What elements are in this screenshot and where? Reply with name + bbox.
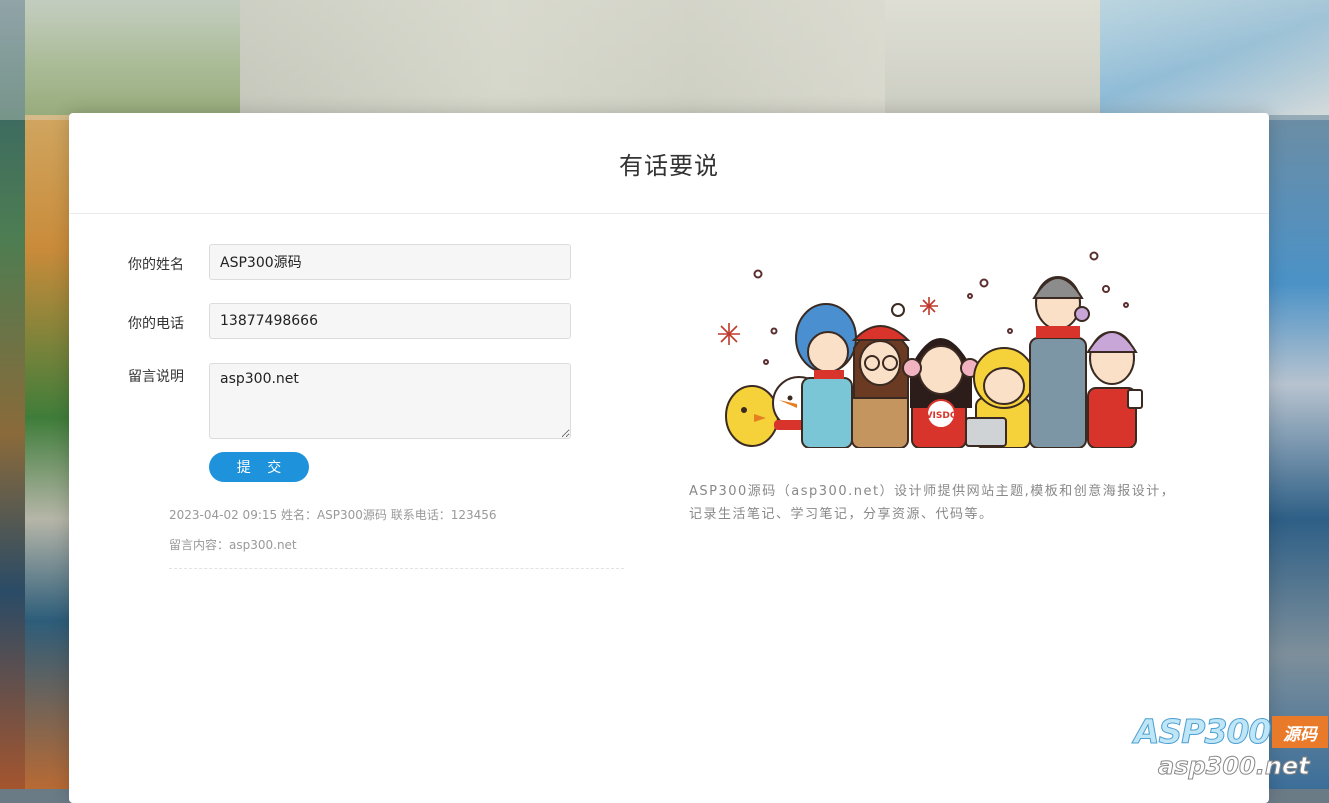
message-meta: 2023-04-02 09:15 姓名：ASP300源码 联系电话：123456 (169, 508, 497, 522)
page-title: 有话要说 (619, 151, 719, 180)
message-content: 留言内容：asp300.net (169, 538, 297, 552)
site-description: ASP300源码（asp300.net）设计师提供网站主题,模板和创意海报设计，… (689, 484, 1176, 522)
asp300-watermark-logo: ASP300 源码 asp300.net (1130, 712, 1329, 789)
watermark-tag: 源码 (1272, 716, 1328, 748)
man-beanie-character (1029, 276, 1087, 448)
phone-input[interactable] (209, 303, 571, 339)
name-input[interactable] (209, 244, 571, 280)
name-label: 你的姓名 (128, 257, 184, 273)
guestbook-card: 有话要说 你的姓名 你的电话 留言说明 asp300.net 提 交 2023-… (69, 113, 1269, 803)
watermark-brand: ASP300 (1133, 712, 1271, 752)
message-label: 留言说明 (128, 369, 184, 385)
phone-label: 你的电话 (128, 316, 184, 332)
message-textarea[interactable]: asp300.net (209, 363, 571, 439)
message-entry: 2023-04-02 09:15 姓名：ASP300源码 联系电话：123456… (169, 500, 624, 569)
submit-button[interactable]: 提 交 (209, 452, 309, 482)
kid-blue-hat-character (795, 303, 857, 448)
illustration-badge-text: VISDC (926, 411, 957, 421)
watermark-url: asp300.net (1158, 752, 1311, 781)
card-header: 有话要说 (69, 113, 1269, 214)
chick-character (725, 385, 779, 447)
cartoon-group-illustration: VISDC (718, 251, 1143, 448)
girl-glasses-character (851, 303, 911, 448)
